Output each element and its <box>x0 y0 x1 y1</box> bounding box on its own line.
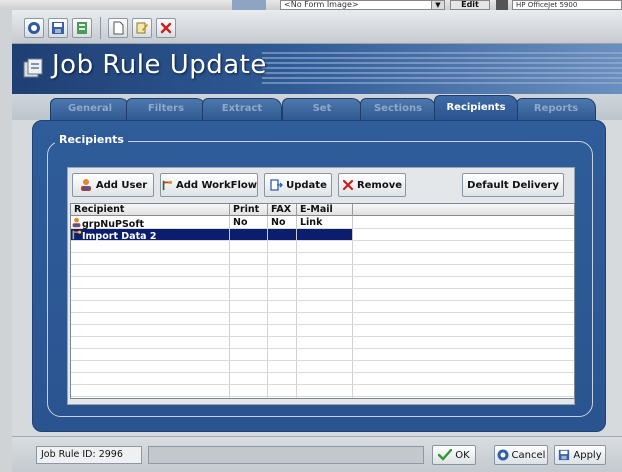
new-document-button[interactable] <box>108 18 128 38</box>
workflow-icon <box>72 230 82 240</box>
default-delivery-label: Default Delivery <box>467 179 559 191</box>
printer-combo[interactable]: HP OfficeJet 5900 <box>512 0 622 10</box>
edit-document-button[interactable] <box>132 18 152 38</box>
tab-filters[interactable]: Filters <box>126 98 206 120</box>
cancel-label: Cancel <box>511 449 546 461</box>
workflow-icon <box>162 180 173 191</box>
fax-value <box>268 229 297 240</box>
empty-row <box>71 253 574 265</box>
title-banner: Job Rule Update <box>12 44 622 94</box>
ok-button[interactable]: OK <box>432 445 476 465</box>
background-app-strip: <No Form Image> ▼ Edit HP OfficeJet 5900 <box>0 0 622 10</box>
export-button[interactable] <box>72 18 92 38</box>
export-icon <box>77 22 87 34</box>
ok-label: OK <box>455 449 470 461</box>
table-header: Recipient Print FAX E-Mail <box>71 204 574 216</box>
recipients-panel: Recipients Add User Add WorkFlow Update <box>32 120 606 432</box>
recipients-table[interactable]: Recipient Print FAX E-Mail grpNuPSoft No <box>70 203 575 399</box>
empty-row <box>71 301 574 313</box>
apply-button[interactable]: Apply <box>554 445 606 465</box>
new-document-icon <box>113 21 124 35</box>
tab-bar: General Filters Extract Set Sections Rep… <box>12 94 622 120</box>
job-rule-id: Job Rule ID: 2996 <box>36 446 142 464</box>
empty-row <box>71 313 574 325</box>
empty-row <box>71 325 574 337</box>
fax-value: No <box>268 217 297 228</box>
empty-row <box>71 337 574 349</box>
save-icon <box>52 22 64 34</box>
status-message-field <box>148 446 424 464</box>
close-icon <box>160 22 172 34</box>
column-header-print[interactable]: Print <box>230 204 268 216</box>
update-label: Update <box>286 179 327 191</box>
recipients-group-label: Recipients <box>55 133 128 146</box>
apply-label: Apply <box>573 449 602 461</box>
empty-row <box>71 361 574 373</box>
edit-button[interactable]: Edit <box>450 0 490 10</box>
toolbar <box>12 10 622 44</box>
remove-button[interactable]: Remove <box>338 173 406 197</box>
user-icon <box>72 217 81 228</box>
empty-row <box>71 289 574 301</box>
cancel-icon <box>497 449 509 461</box>
table-row-selected[interactable]: Import Data 2 <box>71 229 574 242</box>
form-image-combo[interactable]: <No Form Image> <box>280 0 440 10</box>
empty-row <box>71 241 574 253</box>
play-icon <box>28 22 40 34</box>
close-button[interactable] <box>156 18 176 38</box>
remove-label: Remove <box>356 179 403 191</box>
column-header-email[interactable]: E-Mail <box>297 204 353 216</box>
tab-sections[interactable]: Sections <box>360 98 436 120</box>
background-block <box>232 0 266 10</box>
add-user-label: Add User <box>95 179 148 191</box>
status-bar: Job Rule ID: 2996 OK Cancel Apply <box>12 436 622 472</box>
play-button[interactable] <box>24 18 44 38</box>
add-workflow-label: Add WorkFlow <box>175 179 257 191</box>
checkmark-icon <box>438 449 453 461</box>
job-rule-update-dialog: Job Rule Update General Filters Extract … <box>12 10 622 472</box>
column-header-fax[interactable]: FAX <box>268 204 297 216</box>
chevron-down-icon[interactable]: ▼ <box>431 0 445 10</box>
banner-decoration <box>262 52 622 86</box>
add-workflow-button[interactable]: Add WorkFlow <box>160 173 258 197</box>
add-user-button[interactable]: Add User <box>72 173 154 197</box>
empty-row <box>71 373 574 385</box>
empty-row <box>71 385 574 397</box>
tab-reports[interactable]: Reports <box>516 98 596 120</box>
tab-recipients[interactable]: Recipients <box>434 95 518 120</box>
job-rule-icon <box>23 58 43 78</box>
empty-row <box>71 277 574 289</box>
email-value <box>297 229 353 240</box>
toolbar-separator <box>100 17 101 39</box>
edit-document-icon <box>136 22 148 34</box>
save-icon <box>559 449 570 461</box>
tab-extract[interactable]: Extract <box>202 98 282 120</box>
printer-icon <box>496 0 508 10</box>
default-delivery-button[interactable]: Default Delivery <box>462 173 564 197</box>
cancel-button[interactable]: Cancel <box>494 445 548 465</box>
print-value: No <box>230 217 268 228</box>
empty-row <box>71 349 574 361</box>
remove-icon <box>342 179 354 191</box>
tab-general[interactable]: General <box>50 98 130 120</box>
update-button[interactable]: Update <box>264 173 332 197</box>
save-button[interactable] <box>48 18 68 38</box>
column-header-recipient[interactable]: Recipient <box>71 204 230 216</box>
user-icon <box>80 179 91 191</box>
empty-row <box>71 265 574 277</box>
email-value: Link <box>297 217 353 228</box>
print-value <box>230 229 268 240</box>
update-icon <box>270 179 284 191</box>
tab-set[interactable]: Set <box>282 98 362 120</box>
table-row[interactable]: grpNuPSoft No No Link <box>71 217 574 230</box>
recipients-content: Add User Add WorkFlow Update Remove Defa… <box>67 167 575 405</box>
page-title: Job Rule Update <box>52 50 267 80</box>
